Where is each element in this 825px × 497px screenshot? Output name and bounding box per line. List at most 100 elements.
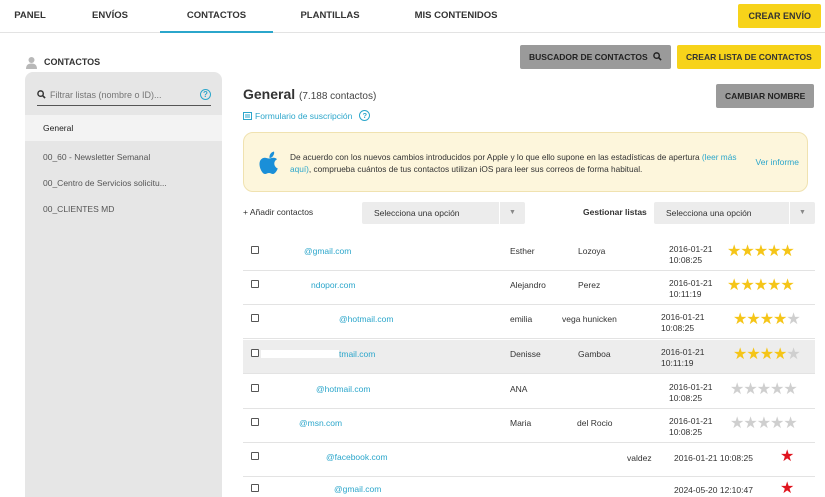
- contact-last-name: vega hunicken: [562, 314, 617, 324]
- star-empty-icon[interactable]: ★: [770, 415, 784, 432]
- table-row[interactable]: tmail.com Denisse Gamboa 2016-01-21 10:11…: [243, 340, 815, 374]
- sidebar-item-centro-servicios[interactable]: 00_Centro de Servicios solicitu...: [25, 170, 222, 196]
- manage-lists-select-value: Selecciona una opción: [666, 208, 752, 218]
- star-filled-icon[interactable]: ★: [760, 346, 774, 363]
- star-empty-icon[interactable]: ★: [786, 311, 800, 328]
- ios-notice: De acuerdo con los nuevos cambios introd…: [243, 132, 808, 192]
- star-filled-icon[interactable]: ★: [746, 346, 760, 363]
- contact-first-name: Maria: [510, 418, 532, 428]
- tab-contactos[interactable]: CONTACTOS: [160, 0, 273, 33]
- date-value: 2016-01-21: [669, 244, 713, 254]
- subscription-form-link[interactable]: Formulario de suscripción ?: [243, 110, 371, 121]
- star-filled-icon[interactable]: ★: [767, 243, 781, 260]
- contact-email[interactable]: @hotmail.com: [339, 314, 393, 324]
- star-icon: ★: [780, 448, 795, 465]
- contact-email[interactable]: ndopor.com: [311, 280, 355, 290]
- star-filled-icon[interactable]: ★: [754, 277, 768, 294]
- add-contacts-select-value: Selecciona una opción: [374, 208, 460, 218]
- row-checkbox[interactable]: [251, 280, 259, 288]
- table-row[interactable]: @facebook.com valdez 2016-01-21 10:08:25…: [243, 443, 815, 477]
- contact-email[interactable]: @gmail.com: [304, 246, 351, 256]
- create-list-button[interactable]: CREAR LISTA DE CONTACTOS: [677, 45, 821, 69]
- star-filled-icon[interactable]: ★: [780, 277, 794, 294]
- table-row[interactable]: @hotmail.com emilia vega hunicken 2016-0…: [243, 305, 815, 339]
- tab-envios[interactable]: ENVÍOS: [80, 0, 140, 33]
- rating-stars: ★★★★★: [733, 344, 801, 364]
- star-empty-icon[interactable]: ★: [783, 415, 797, 432]
- sidebar-item-newsletter[interactable]: 00_60 - Newsletter Semanal: [25, 144, 222, 170]
- notice-text-before: De acuerdo con los nuevos cambios introd…: [290, 152, 700, 162]
- contact-date: 2016-01-21 10:08:25: [661, 312, 704, 334]
- star-empty-icon[interactable]: ★: [730, 415, 744, 432]
- rating-stars: ★★★★★: [730, 379, 798, 399]
- help-icon[interactable]: ?: [359, 110, 371, 121]
- tab-mis-contenidos[interactable]: MIS CONTENIDOS: [402, 0, 510, 33]
- date-value: 2016-01-21: [669, 278, 713, 288]
- contact-email[interactable]: @hotmail.com: [316, 384, 370, 394]
- star-filled-icon[interactable]: ★: [767, 277, 781, 294]
- add-contacts-label: + Añadir contactos: [243, 207, 314, 217]
- row-checkbox[interactable]: [251, 418, 259, 426]
- star-filled-icon[interactable]: ★: [727, 277, 741, 294]
- list-search-input[interactable]: [50, 89, 190, 100]
- rating-stars: ★★★★★: [727, 241, 795, 261]
- add-contacts-select[interactable]: Selecciona una opción ▼: [362, 202, 525, 224]
- top-navigation: PANEL ENVÍOS CONTACTOS PLANTILLAS MIS CO…: [0, 0, 825, 33]
- star-empty-icon[interactable]: ★: [786, 346, 800, 363]
- sidebar-item-general[interactable]: General: [25, 115, 222, 141]
- rename-button[interactable]: CAMBIAR NOMBRE: [716, 84, 815, 108]
- time-value: 10:11:19: [669, 289, 702, 299]
- star-filled-icon[interactable]: ★: [780, 243, 794, 260]
- row-checkbox[interactable]: [251, 452, 259, 460]
- star-empty-icon[interactable]: ★: [743, 415, 757, 432]
- star-empty-icon[interactable]: ★: [743, 381, 757, 398]
- star-filled-icon[interactable]: ★: [760, 311, 774, 328]
- star-filled-icon[interactable]: ★: [740, 243, 754, 260]
- star-filled-icon[interactable]: ★: [746, 311, 760, 328]
- rating-stars: ★★★★★: [727, 275, 795, 295]
- row-checkbox[interactable]: [251, 484, 259, 492]
- row-checkbox[interactable]: [251, 314, 259, 322]
- star-filled-icon[interactable]: ★: [773, 346, 787, 363]
- contact-date: 2016-01-21 10:11:19: [661, 347, 704, 369]
- tab-plantillas[interactable]: PLANTILLAS: [290, 0, 370, 33]
- create-send-button[interactable]: CREAR ENVÍO: [738, 4, 821, 28]
- help-icon[interactable]: ?: [200, 89, 211, 100]
- manage-lists-label: Gestionar listas: [583, 207, 647, 217]
- table-row[interactable]: @msn.com Maria del Rocio 2016-01-21 10:08…: [243, 409, 815, 443]
- contact-email[interactable]: tmail.com: [339, 349, 375, 359]
- time-value: 10:11:19: [661, 358, 694, 368]
- star-empty-icon[interactable]: ★: [770, 381, 784, 398]
- search-contacts-button[interactable]: BUSCADOR DE CONTACTOS: [520, 45, 672, 69]
- list-search: ?: [37, 84, 211, 106]
- star-filled-icon[interactable]: ★: [754, 243, 768, 260]
- manage-lists-select[interactable]: Selecciona una opción ▼: [654, 202, 815, 224]
- star-filled-icon[interactable]: ★: [733, 346, 747, 363]
- contact-email[interactable]: @facebook.com: [326, 452, 388, 462]
- star-filled-icon[interactable]: ★: [733, 311, 747, 328]
- sidebar-item-clientes-md[interactable]: 00_CLIENTES MD: [25, 196, 222, 222]
- form-icon: [243, 111, 252, 120]
- contact-email[interactable]: @gmail.com: [334, 484, 381, 494]
- contact-last-name: Gamboa: [578, 349, 611, 359]
- contact-email[interactable]: @msn.com: [299, 418, 342, 428]
- view-report-link[interactable]: Ver informe: [756, 157, 799, 167]
- table-row[interactable]: @hotmail.com ANA 2016-01-21 10:08:25 ★★★★…: [243, 375, 815, 409]
- table-row[interactable]: @gmail.com 2024-05-20 12:10:47 ★: [243, 475, 815, 497]
- star-empty-icon[interactable]: ★: [757, 415, 771, 432]
- star-empty-icon[interactable]: ★: [757, 381, 771, 398]
- redacted-block: [261, 350, 339, 358]
- contact-first-name: Esther: [510, 246, 535, 256]
- tab-panel[interactable]: PANEL: [10, 0, 50, 33]
- star-filled-icon[interactable]: ★: [740, 277, 754, 294]
- star-filled-icon[interactable]: ★: [727, 243, 741, 260]
- date-value: 2016-01-21: [669, 416, 713, 426]
- table-row[interactable]: ndopor.com Alejandro Perez 2016-01-21 10:…: [243, 271, 815, 305]
- star-empty-icon[interactable]: ★: [730, 381, 744, 398]
- star-empty-icon[interactable]: ★: [783, 381, 797, 398]
- table-row[interactable]: @gmail.com Esther Lozoya 2016-01-21 10:08…: [243, 237, 815, 271]
- row-checkbox[interactable]: [251, 384, 259, 392]
- star-filled-icon[interactable]: ★: [773, 311, 787, 328]
- row-checkbox[interactable]: [251, 349, 259, 357]
- row-checkbox[interactable]: [251, 246, 259, 254]
